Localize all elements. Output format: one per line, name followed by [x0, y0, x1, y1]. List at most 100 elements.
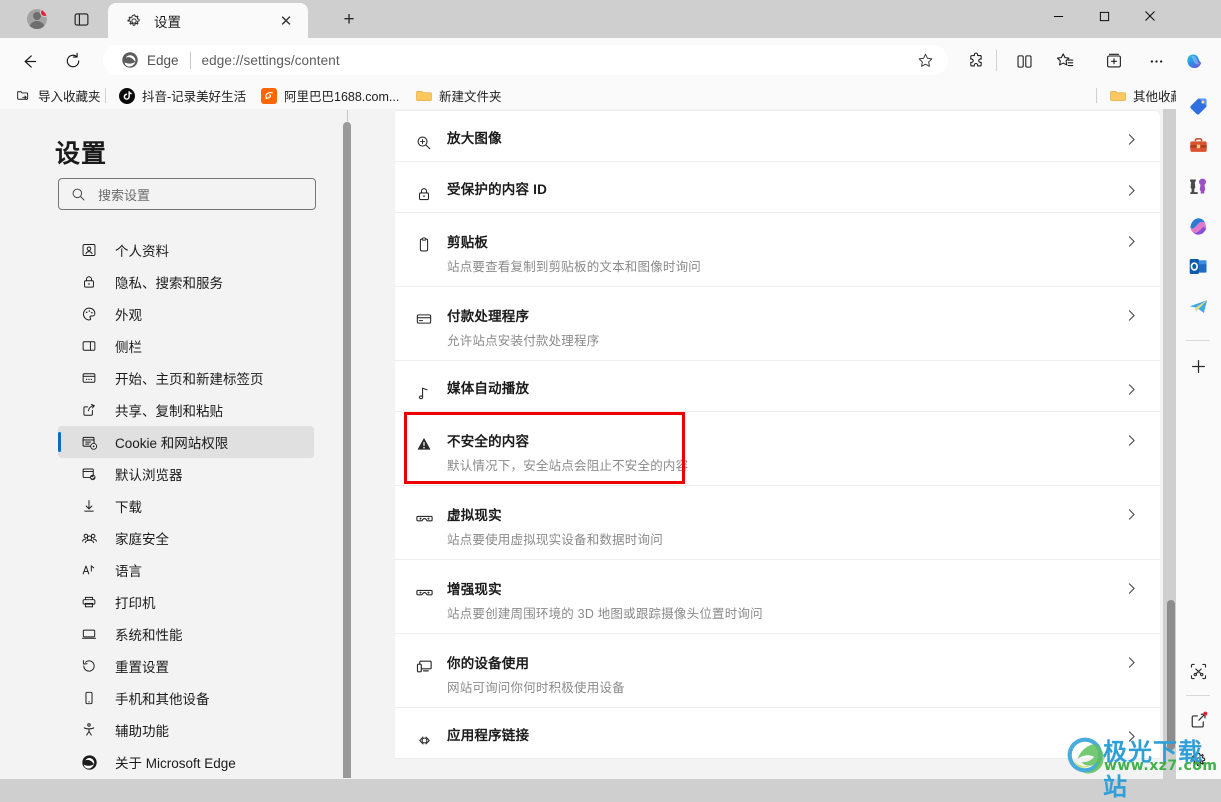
sidebar-outlook-button[interactable]: [1181, 249, 1215, 283]
content-row-insecure-content[interactable]: 不安全的内容 默认情况下，安全站点会阻止不安全的内容: [395, 412, 1160, 486]
collections-button[interactable]: [1098, 46, 1130, 76]
tab-settings[interactable]: 设置 ✕: [108, 3, 308, 38]
content-row-subtitle: 允许站点安装付款处理程序: [447, 334, 600, 348]
sidebar-item-label: 个人资料: [115, 244, 169, 259]
sidebar-item-label: 手机和其他设备: [115, 692, 210, 707]
sidebar-item-printers[interactable]: 打印机: [58, 586, 314, 618]
sidebar-item-reset-settings[interactable]: 重置设置: [58, 650, 314, 682]
sidebar-tools-button[interactable]: [1181, 129, 1215, 163]
sidebar-item-share-copy-paste[interactable]: 共享、复制和粘贴: [58, 394, 314, 426]
sidebar-item-accessibility[interactable]: 辅助功能: [58, 714, 314, 746]
new-tab-button[interactable]: +: [336, 8, 362, 32]
content-row-virtual-reality[interactable]: 虚拟现实 站点要使用虚拟现实设备和数据时询问: [395, 486, 1160, 560]
content-row-subtitle: 站点要查看复制到剪贴板的文本和图像时询问: [447, 260, 702, 274]
content-row-protected-content-id[interactable]: 受保护的内容 ID: [395, 162, 1160, 213]
close-icon[interactable]: ✕: [278, 13, 294, 29]
extensions-button[interactable]: [960, 46, 992, 76]
sidebar-item-label: 关于 Microsoft Edge: [115, 756, 236, 771]
sidebar-item-languages[interactable]: 语言: [58, 554, 314, 586]
sidebar-item-label: 下载: [115, 500, 142, 515]
sidebar-open-external-button[interactable]: [1181, 703, 1215, 737]
bookmarks-divider-right: [1096, 88, 1097, 103]
more-ellipsis-icon: [1150, 59, 1162, 63]
content-row-clipboard[interactable]: 剪贴板 站点要查看复制到剪贴板的文本和图像时询问: [395, 213, 1160, 287]
favorite-star-icon[interactable]: [917, 52, 934, 69]
copilot-button[interactable]: [1178, 46, 1210, 76]
tab-title: 设置: [154, 14, 181, 30]
content-row-subtitle: 默认情况下，安全站点会阻止不安全的内容: [447, 459, 689, 473]
close-window-button[interactable]: [1127, 0, 1173, 32]
content-row-augmented-reality[interactable]: 增强现实 站点要创建周围环境的 3D 地图或跟踪摄像头位置时询问: [395, 560, 1160, 634]
content-scrollbar-thumb[interactable]: [1167, 600, 1175, 750]
content-row-app-links[interactable]: 应用程序链接: [395, 708, 1160, 759]
sidebar-shopping-button[interactable]: [1181, 89, 1215, 123]
sidebar-screenshot-button[interactable]: [1181, 654, 1215, 688]
games-icon: [1190, 178, 1206, 194]
bookmark-alibaba[interactable]: 阿里巴巴1688.com...: [255, 84, 405, 107]
content-row-title: 虚拟现实: [447, 508, 502, 523]
chevron-right-icon: [1125, 582, 1138, 600]
bookmark-douyin[interactable]: 抖音-记录美好生活: [113, 84, 252, 107]
sidebar-item-label: 语言: [115, 564, 142, 579]
sidebar-telegram-button[interactable]: [1181, 289, 1215, 323]
extensions-puzzle-icon: [969, 52, 982, 66]
phone-devices-icon: [78, 690, 100, 706]
favorites-star-list-icon: [1056, 53, 1074, 67]
sidebar-item-label: 辅助功能: [115, 724, 169, 739]
favorites-button[interactable]: [1049, 46, 1081, 76]
sidebar-item-label: 重置设置: [115, 660, 169, 675]
bookmark-new-folder[interactable]: 新建文件夹: [410, 84, 508, 107]
split-screen-icon: [1016, 54, 1032, 68]
content-row-media-autoplay[interactable]: 媒体自动播放: [395, 361, 1160, 412]
content-row-zoom-image[interactable]: 放大图像: [395, 110, 1160, 162]
sidebar-item-start-home-newtab[interactable]: 开始、主页和新建标签页: [58, 362, 314, 394]
content-row-title: 媒体自动播放: [447, 381, 530, 396]
gear-icon: [126, 13, 142, 29]
sidebar-scrollbar-thumb[interactable]: [343, 122, 351, 778]
sidebar-add-button[interactable]: [1181, 349, 1215, 383]
content-row-device-use[interactable]: 你的设备使用 网站可询问你何时积极使用设备: [395, 634, 1160, 708]
minimize-icon: [1053, 15, 1063, 17]
chevron-right-icon: [1125, 133, 1138, 151]
profile-button[interactable]: [15, 6, 59, 32]
tab-search-button[interactable]: [63, 6, 99, 32]
back-button[interactable]: [12, 46, 46, 76]
sidebar-item-default-browser[interactable]: 默认浏览器: [58, 458, 314, 490]
microsoft-365-icon: [1189, 217, 1206, 235]
music-note-icon: [414, 383, 434, 403]
sidebar-games-button[interactable]: [1181, 169, 1215, 203]
minimize-button[interactable]: [1035, 0, 1081, 32]
content-row-subtitle: 网站可询问你何时积极使用设备: [447, 681, 625, 695]
title-bar: 设置 ✕ +: [0, 0, 1221, 38]
sidebar-item-cookies-site-permissions[interactable]: Cookie 和网站权限: [58, 426, 314, 458]
sidebar-item-system-performance[interactable]: 系统和性能: [58, 618, 314, 650]
douyin-icon: [119, 87, 135, 104]
settings-sidebar: 设置 搜索设置 个人资料 隐私、搜索和服务 外观 侧栏 开始、主页和新建标签页 …: [3, 110, 343, 778]
more-options-button[interactable]: [1140, 46, 1172, 76]
sidebar-item-appearance[interactable]: 外观: [58, 298, 314, 330]
split-screen-button[interactable]: [1008, 46, 1040, 76]
language-icon: [78, 562, 100, 578]
sidebar-item-downloads[interactable]: 下载: [58, 490, 314, 522]
sidebar-item-phone-other-devices[interactable]: 手机和其他设备: [58, 682, 314, 714]
browser-window: 设置 ✕ + Edge edge://settings/content 导入收藏…: [0, 0, 1221, 801]
sidebar-item-label: 打印机: [115, 596, 156, 611]
reload-button[interactable]: [56, 46, 90, 76]
sidebar-item-about-edge[interactable]: 关于 Microsoft Edge: [58, 746, 314, 778]
sidebar-item-privacy[interactable]: 隐私、搜索和服务: [58, 266, 314, 298]
sidebar-item-family-safety[interactable]: 家庭安全: [58, 522, 314, 554]
sidebar-microsoft365-button[interactable]: [1181, 209, 1215, 243]
maximize-button[interactable]: [1081, 0, 1127, 32]
search-icon: [71, 187, 86, 202]
sidebar-item-sidebar[interactable]: 侧栏: [58, 330, 314, 362]
bookmark-import-favorites[interactable]: 导入收藏夹: [10, 84, 107, 107]
content-row-payment-handlers[interactable]: 付款处理程序 允许站点安装付款处理程序: [395, 287, 1160, 361]
sidebar-item-profile[interactable]: 个人资料: [58, 234, 314, 266]
content-row-title: 你的设备使用: [447, 656, 530, 671]
cookie-permissions-icon: [78, 434, 100, 451]
search-input[interactable]: 搜索设置: [58, 178, 316, 210]
sidebar-settings-button[interactable]: [1181, 743, 1215, 777]
address-bar[interactable]: Edge edge://settings/content: [103, 45, 948, 75]
close-icon: [1145, 11, 1155, 21]
bookmark-label: 抖音-记录美好生活: [142, 90, 247, 104]
